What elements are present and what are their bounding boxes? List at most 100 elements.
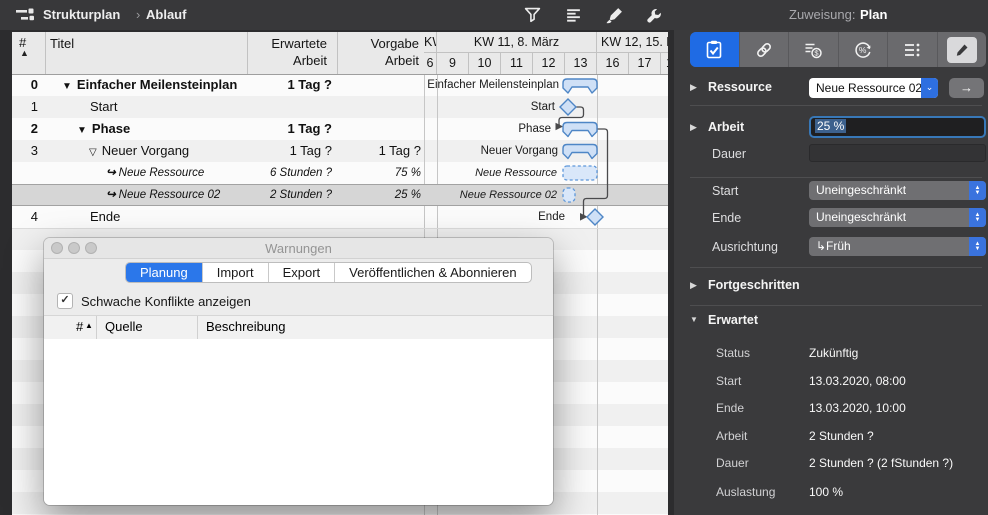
- filter-icon[interactable]: [524, 7, 541, 24]
- tab-planung[interactable]: Planung: [126, 263, 202, 282]
- column-header-vorgabe-arbeit[interactable]: Vorgabe Arbeit: [337, 35, 419, 69]
- breadcrumb-strukturplan[interactable]: Strukturplan: [43, 0, 120, 30]
- kv-label: Arbeit: [716, 429, 748, 443]
- tab-import[interactable]: Import: [201, 263, 268, 282]
- assigned-work-cell[interactable]: 1 Tag ?: [337, 140, 421, 162]
- task-title-cell[interactable]: Ende: [45, 206, 300, 228]
- start-constraint-select[interactable]: Uneingeschränkt ▲ ▼: [809, 181, 986, 200]
- group-bar-neuer-vorgang[interactable]: [562, 143, 598, 160]
- column-header-quelle[interactable]: Quelle: [105, 319, 143, 334]
- assignment-bar-neue-ressource-02[interactable]: [562, 187, 576, 203]
- weak-conflicts-checkbox-row[interactable]: ✓ Schwache Konflikte anzeigen: [57, 291, 251, 311]
- tab-cost[interactable]: $: [788, 32, 838, 67]
- warnings-table-body[interactable]: [44, 339, 553, 505]
- custom-data-icon: [905, 43, 920, 56]
- disclosure-triangle-icon[interactable]: ▼: [62, 76, 72, 98]
- expected-work-cell[interactable]: 1 Tag ?: [247, 74, 332, 96]
- disclosure-triangle-icon[interactable]: ▼: [77, 120, 87, 142]
- row-number: 3: [30, 143, 38, 158]
- tools-wrench-icon[interactable]: [645, 7, 662, 24]
- kv-label: Auslastung: [716, 485, 776, 499]
- alignment-label: Ausrichtung: [712, 240, 779, 254]
- day-header: 17: [629, 53, 661, 74]
- assigned-work-cell[interactable]: [337, 74, 421, 96]
- stepper-icon: ▲ ▼: [969, 237, 986, 256]
- checkbox-checked-icon[interactable]: ✓: [57, 293, 73, 309]
- kv-value: Zukünftig: [809, 346, 859, 360]
- tab-export[interactable]: Export: [267, 263, 335, 282]
- dialog-titlebar[interactable]: Warnungen: [44, 238, 553, 259]
- day-header: 13: [565, 53, 597, 74]
- disclosure-triangle-icon[interactable]: ▶: [690, 122, 697, 133]
- disclosure-triangle-icon[interactable]: ▶: [690, 82, 697, 93]
- assignment-label: Zuweisung:: [789, 7, 856, 22]
- alignment-select[interactable]: ↳Früh ▲ ▼: [809, 237, 986, 256]
- assigned-work-cell[interactable]: 75 %: [337, 162, 421, 184]
- expected-work-cell[interactable]: 1 Tag ?: [247, 118, 332, 140]
- column-header-num[interactable]: #: [76, 319, 83, 334]
- tab-veroeffentlichen[interactable]: Veröffentlichen & Abonnieren: [334, 263, 530, 282]
- tab-custom-data[interactable]: [887, 32, 937, 67]
- day-header: 11: [501, 53, 533, 74]
- expected-work-cell[interactable]: 6 Stunden ?: [247, 162, 332, 184]
- tab-style[interactable]: [936, 32, 987, 67]
- column-header-beschreibung[interactable]: Beschreibung: [206, 319, 286, 334]
- column-header-erwartete-arbeit[interactable]: Erwartete Arbeit: [247, 35, 327, 69]
- breadcrumb-ablauf[interactable]: Ablauf: [146, 0, 186, 30]
- assigned-work-cell[interactable]: 25 %: [337, 184, 421, 206]
- expected-work-cell[interactable]: 2 Stunden ?: [247, 184, 332, 206]
- sort-ascending-icon: ▲: [20, 48, 29, 58]
- style-pencil-icon: [956, 44, 968, 56]
- sort-ascending-icon: ▲: [85, 321, 93, 330]
- gantt-chart[interactable]: [424, 74, 668, 234]
- week-header: KW 12, 15. März: [597, 32, 668, 53]
- tab-utilization[interactable]: %: [837, 32, 888, 67]
- disclosure-triangle-icon[interactable]: ▼: [690, 315, 698, 324]
- milestone-ende[interactable]: [586, 208, 604, 226]
- group-bar-phase[interactable]: [562, 121, 598, 138]
- warnings-table-header: # ▲ Quelle Beschreibung: [44, 315, 553, 340]
- dialog-title: Warnungen: [265, 241, 332, 256]
- disclosure-triangle-outline-icon[interactable]: ▽: [89, 142, 97, 164]
- tab-connections[interactable]: [738, 32, 789, 67]
- week-header: KW: [424, 32, 437, 53]
- expected-work-cell[interactable]: 1 Tag ?: [247, 140, 332, 162]
- inspector-sidebar: $ % ▶ Ressource Neue Ressource 02 ⌄ → ▶ …: [668, 30, 988, 515]
- view-options-icon[interactable]: [565, 7, 582, 24]
- tab-task-inspector[interactable]: [690, 32, 739, 67]
- assignment-value: Plan: [860, 7, 888, 22]
- clipboard-check-icon: [706, 40, 722, 58]
- app-window: Strukturplan › Ablauf Zuweisung: Plan # …: [0, 0, 988, 515]
- milestone-start[interactable]: [559, 98, 577, 116]
- kv-value: 2 Stunden ?: [809, 429, 874, 443]
- kv-label: Ende: [716, 401, 745, 415]
- utilization-icon: %: [855, 41, 871, 58]
- go-to-resource-button[interactable]: →: [949, 78, 984, 98]
- day-header: 12: [533, 53, 565, 74]
- kv-label: Start: [716, 374, 742, 388]
- advanced-section-label[interactable]: Fortgeschritten: [708, 278, 800, 292]
- stepper-icon: ▲ ▼: [969, 181, 986, 200]
- chevron-down-icon: ⌄: [921, 78, 938, 98]
- end-constraint-select[interactable]: Uneingeschränkt ▲ ▼: [809, 208, 986, 227]
- duration-input[interactable]: [809, 144, 986, 162]
- resource-dropdown[interactable]: Neue Ressource 02 ⌄: [809, 78, 938, 98]
- assignment-arrow-icon: ↪: [106, 189, 116, 201]
- end-constraint-label: Ende: [712, 211, 742, 225]
- link-icon: [756, 42, 771, 57]
- duration-label: Dauer: [712, 147, 747, 161]
- task-title-cell[interactable]: ▼ Einfacher Meilensteinplan: [45, 74, 272, 96]
- cost-icon: $: [805, 43, 822, 58]
- expected-section-label[interactable]: Erwartet: [708, 313, 758, 327]
- style-brush-icon[interactable]: [606, 7, 623, 24]
- task-title-cell[interactable]: Start: [45, 96, 300, 118]
- disclosure-triangle-icon[interactable]: ▶: [690, 280, 697, 291]
- gantt-timeline-header: KW KW 11, 8. März KW 12, 15. März 6 9 10…: [424, 32, 668, 75]
- work-input[interactable]: 25 %: [809, 116, 986, 138]
- kv-label: Status: [716, 346, 751, 360]
- assignment-bar-neue-ressource[interactable]: [562, 165, 598, 181]
- day-header: 6: [424, 53, 437, 74]
- column-header-titel[interactable]: Titel: [50, 36, 74, 51]
- group-bar-einfacher-meilensteinplan[interactable]: [562, 78, 598, 94]
- dialog-tab-control: Planung Import Export Veröffentlichen & …: [125, 262, 532, 283]
